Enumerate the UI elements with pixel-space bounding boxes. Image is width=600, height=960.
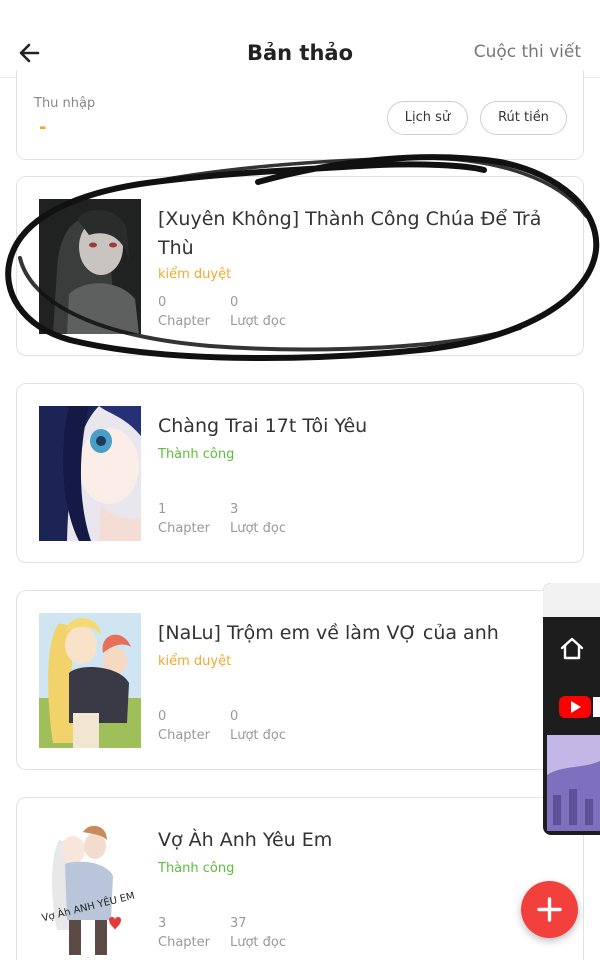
story-title: [NaLu] Trộm em về làm VỢ của anh bbox=[158, 622, 499, 644]
story-cover-image bbox=[39, 199, 141, 334]
story-card[interactable]: Vợ Àh ANH YÊU EM Vợ Àh Anh Yêu Em Thành … bbox=[16, 797, 584, 960]
history-button[interactable]: Lịch sử bbox=[387, 101, 468, 135]
chapter-count: 3 bbox=[158, 916, 167, 931]
app-header: Bản thảo Cuộc thi viết bbox=[0, 0, 600, 78]
story-cover-image bbox=[39, 613, 141, 748]
income-card: Thu nhập - Lịch sử Rút tiền bbox=[16, 70, 584, 160]
story-title: Vợ Àh Anh Yêu Em bbox=[158, 829, 333, 851]
story-title: [Xuyên Không] Thành Công Chúa Để Trả Thù bbox=[158, 208, 542, 259]
story-status: Thành công bbox=[158, 861, 235, 876]
story-status: Thành công bbox=[158, 447, 235, 462]
story-title: Chàng Trai 17t Tôi Yêu bbox=[158, 415, 368, 437]
story-card[interactable]: [Xuyên Không] Thành Công Chúa Để Trả Thù… bbox=[16, 176, 584, 356]
read-count: 0 bbox=[230, 295, 239, 310]
read-count: 37 bbox=[230, 916, 247, 931]
chapter-label: Chapter bbox=[158, 314, 210, 329]
side-panel-header bbox=[543, 583, 600, 617]
chapter-label: Chapter bbox=[158, 521, 210, 536]
income-value: - bbox=[39, 117, 47, 138]
story-cover-image: Vợ Àh ANH YÊU EM bbox=[39, 820, 141, 955]
story-status: kiểm duyệt bbox=[158, 654, 232, 669]
video-thumbnail[interactable] bbox=[547, 735, 600, 831]
chapter-label: Chapter bbox=[158, 935, 210, 950]
story-card[interactable]: Chàng Trai 17t Tôi Yêu Thành công 1 Chap… bbox=[16, 383, 584, 563]
read-label: Lượt đọc bbox=[230, 521, 287, 536]
writing-contest-link[interactable]: Cuộc thi viết bbox=[474, 42, 581, 62]
chapter-count: 0 bbox=[158, 709, 167, 724]
read-label: Lượt đọc bbox=[230, 314, 287, 329]
add-story-button[interactable] bbox=[521, 881, 578, 938]
read-count: 0 bbox=[230, 709, 239, 724]
plus-icon bbox=[537, 897, 562, 922]
chapter-count: 1 bbox=[158, 502, 167, 517]
withdraw-button[interactable]: Rút tiền bbox=[480, 101, 567, 135]
story-status: kiểm duyệt bbox=[158, 267, 232, 282]
story-card[interactable]: [NaLu] Trộm em về làm VỢ của anh kiểm du… bbox=[16, 590, 584, 770]
side-overlay-panel bbox=[543, 583, 600, 835]
chapter-label: Chapter bbox=[158, 728, 210, 743]
income-label: Thu nhập bbox=[34, 96, 96, 111]
story-cover-image bbox=[39, 406, 141, 541]
read-label: Lượt đọc bbox=[230, 935, 287, 950]
read-count: 3 bbox=[230, 502, 239, 517]
chapter-count: 0 bbox=[158, 295, 167, 310]
read-label: Lượt đọc bbox=[230, 728, 287, 743]
home-icon[interactable] bbox=[557, 633, 587, 663]
youtube-icon[interactable] bbox=[559, 695, 600, 719]
